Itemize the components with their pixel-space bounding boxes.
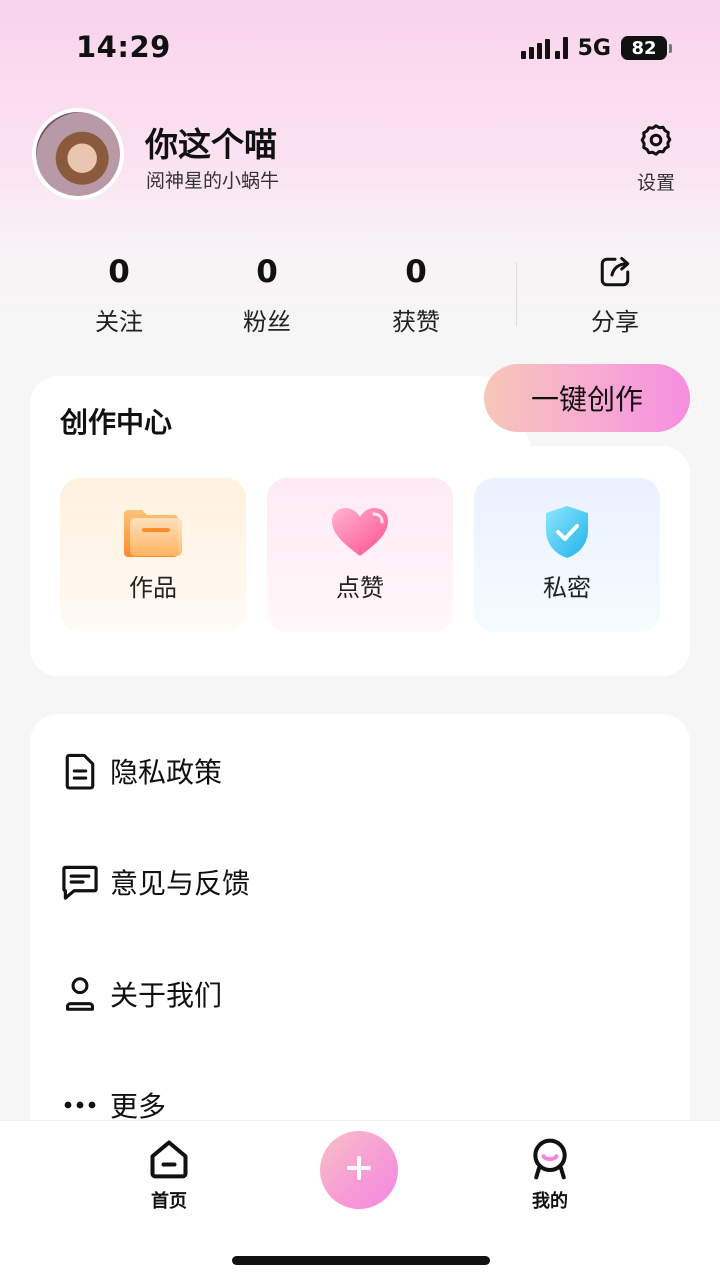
nav-home-label: 首页 [151,1191,187,1212]
menu-card: 隐私政策 意见与反馈 关于我们 更多 [30,714,690,1134]
person-icon [60,974,100,1014]
menu-label: 更多 [110,1090,167,1123]
stats-divider [516,262,517,326]
profile-face-icon [528,1137,572,1185]
nav-home[interactable]: 首页 [119,1137,219,1213]
cellular-signal-icon [520,37,568,59]
stat-following[interactable]: 0 关注 [64,254,174,337]
network-type: 5G [577,35,611,61]
home-indicator [232,1256,490,1265]
status-bar: 14:29 5G 82 [0,0,720,96]
tile-private[interactable]: 私密 [474,478,660,632]
share-icon [570,254,660,290]
user-subtitle: 阅神星的小蜗牛 [146,170,280,192]
tile-likes[interactable]: 点赞 [267,478,453,632]
menu-item-feedback[interactable]: 意见与反馈 [60,857,250,907]
message-icon [60,862,100,902]
settings-label: 设置 [636,172,675,194]
menu-item-privacy-policy[interactable]: 隐私政策 [60,746,222,796]
heart-icon [327,502,393,562]
stat-value: 0 [405,254,427,290]
stat-value: 0 [108,254,130,290]
share-label: 分享 [591,308,639,336]
stat-label: 获赞 [392,308,440,336]
tile-works[interactable]: 作品 [60,478,246,632]
tile-label: 点赞 [336,574,384,602]
creation-center-title: 创作中心 [60,406,173,439]
stat-followers[interactable]: 0 粉丝 [212,254,322,337]
more-dots-icon [60,1085,100,1125]
home-icon [147,1137,191,1185]
menu-label: 隐私政策 [110,756,223,789]
stat-label: 粉丝 [243,308,291,336]
share-button[interactable]: 分享 [570,254,660,337]
status-time: 14:29 [76,30,171,64]
stat-label: 关注 [95,308,143,336]
add-button[interactable] [320,1131,398,1209]
menu-label: 意见与反馈 [110,867,251,900]
tile-label: 私密 [543,574,591,602]
shield-check-icon [534,502,600,562]
folder-icon [120,502,186,562]
user-name: 你这个喵 [145,125,277,164]
settings-button[interactable]: 设置 [628,122,684,195]
nav-mine-label: 我的 [532,1191,568,1212]
menu-label: 关于我们 [110,979,223,1012]
stat-likes-received[interactable]: 0 获赞 [361,254,471,337]
stat-value: 0 [256,254,278,290]
one-click-create-button[interactable]: 一键创作 [484,364,690,432]
battery-level: 82 [621,36,667,60]
plus-icon [346,1155,372,1185]
status-indicators: 5G 82 [520,34,672,62]
avatar[interactable] [32,108,124,200]
nav-mine[interactable]: 我的 [500,1137,600,1213]
tile-label: 作品 [129,574,177,602]
gear-icon [638,122,674,162]
menu-item-about-us[interactable]: 关于我们 [60,969,222,1019]
document-icon [60,751,100,791]
battery-icon: 82 [621,36,672,60]
